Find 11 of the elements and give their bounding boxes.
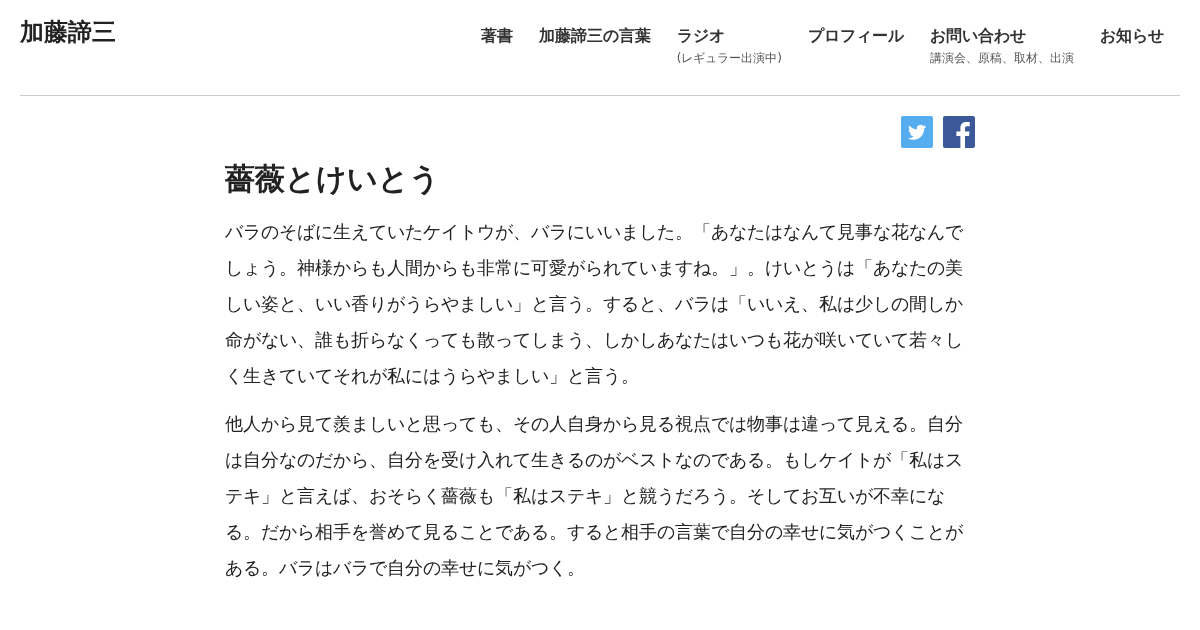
nav-link[interactable]: 著書 [480,24,513,68]
nav-link[interactable]: お知らせ [1100,24,1164,68]
facebook-icon[interactable] [943,116,975,148]
nav-link[interactable]: お問い合わせ 講演会、原稿、取材、出演 [930,24,1074,68]
article-paragraph: バラのそばに生えていたケイトウが、バラにいいました。「あなたはなんて見事な花なんでしょう。神様からも人間からも非常に可愛がられていますね。」。けいとうは「あなたの美しい姿と、いい香りがうらやましい」と言う。すると、バラは「いいえ、私は少しの間しか命がない、誰も折らなくっても散ってしまう、しかしあなたはいつも花が咲いていて若々しく生きていてそれが私にはうらやましい」と言う。 [225,221,964,388]
nav-link[interactable]: プロフィール [808,24,904,68]
site-title[interactable]: 加藤諦三 [20,16,116,48]
nav-link[interactable]: ラジオ (レギュラー出演中) [676,24,782,68]
article-title: 薔薇とけいとう [225,160,441,198]
article-paragraph: 他人から見て羨ましいと思っても、その人自身から見る視点では物事は違って見える。自分は自分なのだから、自分を受け入れて生きるのがベストなのである。もしケイトが「私はステキ」と言えば、おそらく薔薇も「私はステキ」と競うだろう。そしてお互いが不幸になる。だから相手を誉めて見ることである。すると相手の言葉で自分の幸せに気がつくことがある。バラはバラで自分の幸せに気がつく。 [225,413,964,580]
nav-link[interactable]: 加藤諦三の言葉 [538,24,651,68]
